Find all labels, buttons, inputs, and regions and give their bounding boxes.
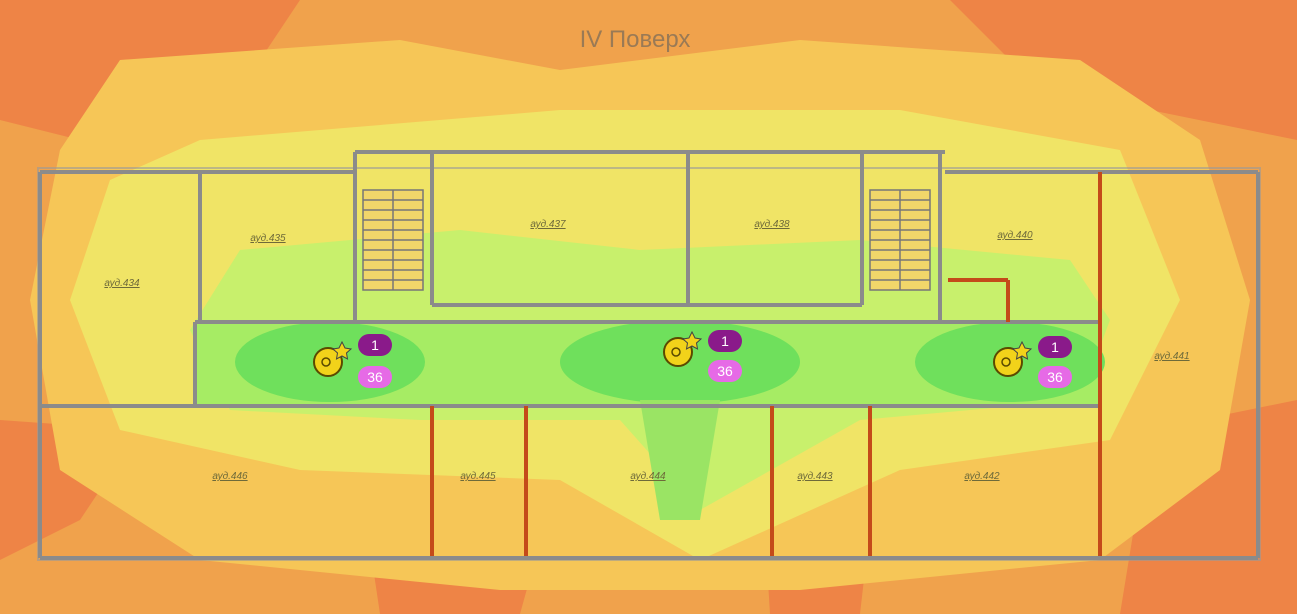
room-label-440: ауд.440 (997, 230, 1033, 241)
room-label-437: ауд.437 (530, 219, 566, 230)
room-label-442: ауд.442 (964, 471, 1000, 482)
room-label-445: ауд.445 (460, 471, 496, 482)
room-label-446: ауд.446 (212, 471, 248, 482)
room-label-434: ауд.434 (104, 278, 140, 289)
room-label-443: ауд.443 (797, 471, 833, 482)
channel-value: 1 (371, 337, 379, 353)
floor-title: IV Поверх (580, 26, 691, 53)
room-label-435: ауд.435 (250, 233, 286, 244)
floor-heatmap: IV Поверх ауд.434 ауд.435 ауд.437 ауд.43… (0, 0, 1297, 614)
stairs-right (869, 189, 931, 291)
channel-value: 1 (721, 333, 729, 349)
signal-value: 36 (717, 363, 733, 379)
signal-value: 36 (1047, 369, 1063, 385)
room-label-438: ауд.438 (754, 219, 790, 230)
heatmap-canvas: IV Поверх ауд.434 ауд.435 ауд.437 ауд.43… (0, 0, 1297, 614)
signal-value: 36 (367, 369, 383, 385)
room-label-444: ауд.444 (630, 471, 666, 482)
room-label-441: ауд.441 (1154, 351, 1189, 362)
stairs-left (362, 189, 424, 291)
channel-value: 1 (1051, 339, 1059, 355)
